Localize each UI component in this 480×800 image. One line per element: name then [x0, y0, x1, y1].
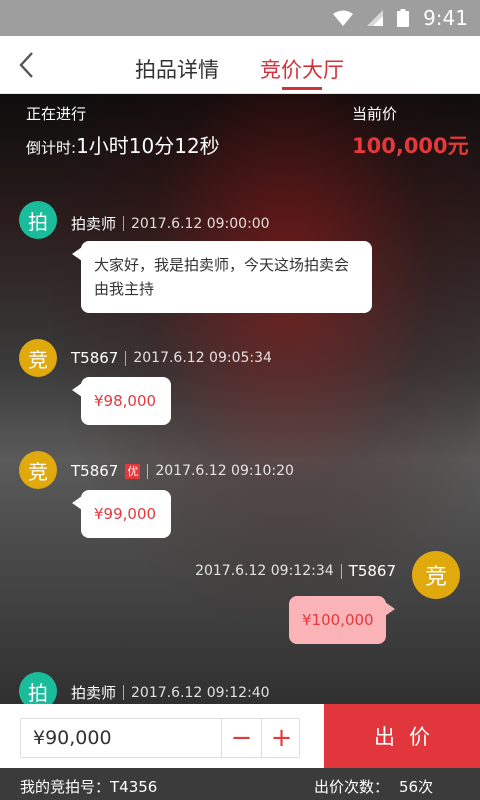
message-meta: T5867 2017.6.12 09:05:34 — [71, 349, 272, 367]
my-avatar: 竞 — [412, 551, 460, 599]
bidder-avatar: 竞 — [19, 451, 57, 489]
current-price: 100,000元 — [352, 134, 469, 158]
bid-amount-field: − + — [20, 718, 300, 758]
bid-bar: − + 出价 — [0, 704, 480, 768]
priority-badge: 优 — [125, 463, 141, 479]
wifi-icon — [333, 10, 354, 26]
my-bid-bubble: ¥100,000 — [289, 596, 395, 644]
active-tab-indicator — [282, 87, 322, 90]
sender-name: 拍卖师 — [71, 215, 117, 233]
auctioneer-avatar: 拍 — [19, 672, 57, 704]
footer-bar: 我的竞拍号：T4356 出价次数： 56次 — [0, 768, 480, 800]
divider — [123, 216, 125, 231]
status-time: 9:41 — [423, 6, 468, 30]
auction-status: 正在进行 — [26, 105, 87, 123]
divider — [125, 350, 127, 366]
message-meta: 拍卖师 2017.6.12 09:12:40 — [71, 682, 270, 703]
countdown-label: 倒计时: — [26, 139, 77, 157]
sender-name: 拍卖师 — [71, 684, 117, 702]
back-arrow-icon[interactable] — [14, 50, 38, 80]
status-bar: 9:41 — [0, 0, 480, 36]
bid-bubble: ¥99,000 — [72, 490, 171, 538]
my-number-label: 我的竞拍号： — [20, 778, 111, 796]
bidder-avatar: 竞 — [19, 339, 57, 377]
message-meta: 2017.6.12 09:12:34 T5867 — [195, 562, 396, 580]
bid-count-label: 出价次数： — [314, 778, 390, 796]
divider — [340, 563, 342, 579]
bidding-hall-area: 正在进行 倒计时:1小时10分12秒 当前价 100,000元 拍 拍卖师 201… — [0, 94, 480, 704]
top-nav: 拍品详情 竞价大厅 — [0, 36, 480, 94]
message-bubble: 大家好，我是拍卖师，今天这场拍卖会由我主持 — [72, 241, 372, 313]
auction-info: 正在进行 倒计时:1小时10分12秒 当前价 100,000元 — [0, 94, 480, 164]
sender-name: T5867 — [71, 462, 119, 480]
divider — [123, 685, 125, 700]
sender-name: T5867 — [71, 349, 119, 367]
message-time: 2017.6.12 09:12:40 — [131, 684, 270, 701]
bid-bubble: ¥98,000 — [72, 377, 171, 425]
my-number-value: T4356 — [110, 778, 158, 796]
bid-count: 出价次数： 56次 — [314, 776, 433, 797]
sender-name: T5867 — [348, 562, 396, 580]
decrease-bid-button[interactable]: − — [221, 719, 261, 757]
message-time: 2017.6.12 09:10:20 — [155, 463, 294, 479]
battery-icon — [397, 9, 410, 27]
message-time: 2017.6.12 09:12:34 — [195, 563, 334, 579]
message-meta: 拍卖师 2017.6.12 09:00:00 — [71, 213, 270, 234]
tab-item-details[interactable]: 拍品详情 — [135, 54, 219, 84]
place-bid-button[interactable]: 出价 — [324, 704, 480, 768]
my-bid-number: 我的竞拍号：T4356 — [20, 776, 157, 797]
current-price-label: 当前价 — [352, 105, 398, 123]
message-time: 2017.6.12 09:05:34 — [133, 350, 272, 366]
message-time: 2017.6.12 09:00:00 — [131, 215, 270, 232]
bid-count-value: 56次 — [399, 778, 434, 796]
signal-icon — [367, 10, 384, 26]
countdown: 倒计时:1小时10分12秒 — [26, 130, 220, 159]
auctioneer-avatar: 拍 — [19, 201, 57, 239]
countdown-value: 1小时10分12秒 — [76, 134, 220, 158]
bid-amount-input[interactable] — [21, 719, 221, 757]
divider — [147, 463, 149, 479]
message-meta: T5867 优 2017.6.12 09:10:20 — [71, 462, 294, 480]
tab-bidding-hall[interactable]: 竞价大厅 — [260, 54, 344, 84]
increase-bid-button[interactable]: + — [261, 719, 301, 757]
